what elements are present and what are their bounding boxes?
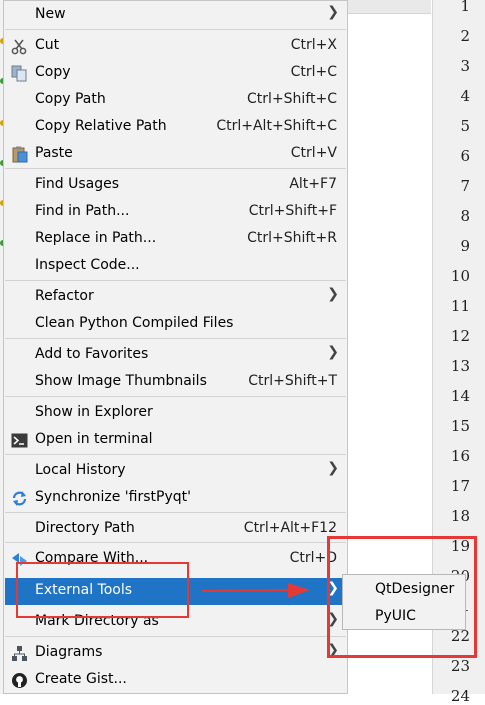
menu-separator	[5, 168, 346, 169]
menu-item-paste[interactable]: Paste Ctrl+V	[5, 141, 346, 168]
menu-item-copy-relative-path[interactable]: Copy Relative Path Ctrl+Alt+Shift+C	[5, 114, 346, 141]
annotation-arrow	[201, 583, 310, 598]
line-number: 5	[460, 117, 470, 135]
menu-item-local-history[interactable]: Local History ❯	[5, 458, 346, 485]
menu-item-shortcut: Ctrl+Alt+F12	[243, 520, 337, 536]
menu-item-diagrams[interactable]: Diagrams ❯	[5, 640, 346, 667]
line-number: 11	[450, 297, 470, 315]
menu-item-label: Clean Python Compiled Files	[35, 315, 234, 331]
menu-item-shortcut: Ctrl+Alt+Shift+C	[216, 118, 337, 134]
line-number: 13	[450, 357, 470, 375]
menu-separator	[5, 636, 346, 637]
line-number: 14	[450, 387, 470, 405]
menu-separator	[5, 396, 346, 397]
menu-item-label: Show Image Thumbnails	[35, 373, 207, 389]
menu-item-label: Directory Path	[35, 520, 135, 536]
menu-item-show-image-thumbnails[interactable]: Show Image Thumbnails Ctrl+Shift+T	[5, 369, 346, 396]
menu-item-label: Inspect Code...	[35, 257, 140, 273]
menu-item-label: Copy Relative Path	[35, 118, 167, 134]
menu-item-clean-python-compiled-files[interactable]: Clean Python Compiled Files	[5, 311, 346, 338]
menu-item-shortcut: Ctrl+Shift+R	[247, 230, 337, 246]
line-number: 1	[460, 0, 470, 15]
menu-item-label: Local History	[35, 462, 126, 478]
menu-separator	[5, 512, 346, 513]
line-number: 6	[460, 147, 470, 165]
menu-item-label: Copy Path	[35, 91, 106, 107]
line-number: 2	[460, 27, 470, 45]
line-number: 7	[460, 177, 470, 195]
menu-item-find-usages[interactable]: Find Usages Alt+F7	[5, 172, 346, 199]
line-number: 8	[460, 207, 470, 225]
menu-item-copy-path[interactable]: Copy Path Ctrl+Shift+C	[5, 87, 346, 114]
menu-item-label: Cut	[35, 37, 60, 53]
menu-item-add-to-favorites[interactable]: Add to Favorites ❯	[5, 342, 346, 369]
menu-item-replace-in-path[interactable]: Replace in Path... Ctrl+Shift+R	[5, 226, 346, 253]
line-number: 4	[460, 87, 470, 105]
terminal-icon	[11, 432, 28, 449]
annotation-box-external-tools	[16, 562, 189, 618]
line-number: 3	[460, 57, 470, 75]
menu-item-shortcut: Ctrl+C	[290, 64, 337, 80]
line-number: 12	[450, 327, 470, 345]
chevron-right-icon: ❯	[327, 286, 339, 302]
line-number: 9	[460, 237, 470, 255]
menu-item-label: New	[35, 6, 66, 22]
line-number: 18	[450, 507, 470, 525]
menu-item-new[interactable]: New ❯	[5, 2, 346, 29]
annotation-box-submenu	[327, 536, 477, 658]
menu-item-label: Replace in Path...	[35, 230, 157, 246]
menu-item-label: Show in Explorer	[35, 404, 153, 420]
menu-item-refactor[interactable]: Refactor ❯	[5, 284, 346, 311]
menu-separator	[5, 338, 346, 339]
menu-item-directory-path[interactable]: Directory Path Ctrl+Alt+F12	[5, 516, 346, 543]
menu-item-show-in-explorer[interactable]: Show in Explorer	[5, 400, 346, 427]
menu-item-label: Create Gist...	[35, 671, 127, 687]
menu-item-label: Add to Favorites	[35, 346, 149, 362]
chevron-right-icon: ❯	[327, 344, 339, 360]
menu-item-shortcut: Ctrl+X	[290, 37, 337, 53]
line-number: 24	[450, 687, 470, 705]
menu-item-shortcut: Ctrl+Shift+F	[248, 203, 337, 219]
menu-item-label: Find Usages	[35, 176, 120, 192]
paste-icon	[11, 146, 28, 163]
menu-item-label: Copy	[35, 64, 71, 80]
chevron-right-icon: ❯	[327, 4, 339, 20]
menu-item-label: Diagrams	[35, 644, 103, 660]
menu-item-label: Find in Path...	[35, 203, 130, 219]
menu-separator	[5, 280, 346, 281]
menu-item-shortcut: Alt+F7	[289, 176, 337, 192]
menu-item-shortcut: Ctrl+Shift+C	[247, 91, 337, 107]
menu-item-find-in-path[interactable]: Find in Path... Ctrl+Shift+F	[5, 199, 346, 226]
menu-item-label: Open in terminal	[35, 431, 153, 447]
chevron-right-icon: ❯	[327, 460, 339, 476]
menu-item-label: Refactor	[35, 288, 94, 304]
menu-item-synchronize-firstpyqt[interactable]: Synchronize 'firstPyqt'	[5, 485, 346, 512]
menu-item-create-gist[interactable]: Create Gist...	[5, 667, 346, 694]
menu-item-inspect-code[interactable]: Inspect Code...	[5, 253, 346, 280]
line-number: 10	[450, 267, 470, 285]
menu-item-shortcut: Ctrl+V	[290, 145, 337, 161]
line-number: 23	[450, 657, 470, 675]
diagram-icon	[11, 645, 28, 662]
copy-icon	[11, 65, 28, 82]
menu-separator	[5, 454, 346, 455]
line-number: 15	[450, 417, 470, 435]
menu-item-label: Paste	[35, 145, 73, 161]
sync-icon	[11, 490, 28, 507]
line-number: 16	[450, 447, 470, 465]
menu-item-cut[interactable]: Cut Ctrl+X	[5, 33, 346, 60]
menu-item-open-in-terminal[interactable]: Open in terminal	[5, 427, 346, 454]
menu-separator	[5, 29, 346, 30]
menu-item-label: Synchronize 'firstPyqt'	[35, 489, 191, 505]
menu-item-copy[interactable]: Copy Ctrl+C	[5, 60, 346, 87]
menu-item-shortcut: Ctrl+Shift+T	[248, 373, 337, 389]
line-number: 17	[450, 477, 470, 495]
scissors-icon	[11, 38, 28, 55]
github-icon	[11, 672, 28, 689]
